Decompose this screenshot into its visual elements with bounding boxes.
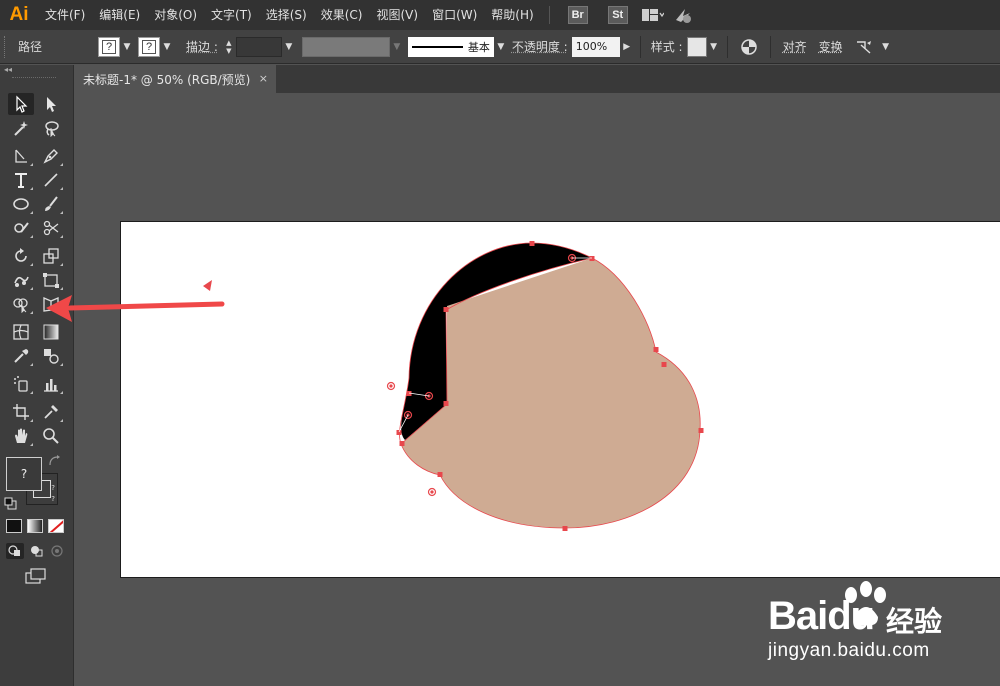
draw-inside-icon[interactable]: [48, 543, 66, 559]
artboard-tool-icon[interactable]: [8, 401, 34, 423]
stroke-dropdown-chevron-icon[interactable]: ▼: [160, 37, 174, 57]
menu-select[interactable]: 选择(S): [259, 0, 314, 30]
gpu-performance-icon[interactable]: [672, 6, 694, 24]
magic-wand-tool-icon[interactable]: [8, 117, 34, 139]
fill-dropdown-chevron-icon[interactable]: ▼: [120, 37, 134, 57]
swap-fill-stroke-icon[interactable]: [48, 455, 62, 467]
screen-mode-icon[interactable]: [24, 567, 48, 585]
isolate-selected-icon[interactable]: [853, 38, 875, 56]
gradient-tool-icon[interactable]: [38, 321, 64, 343]
watermark-brand: Baidu: [768, 594, 875, 638]
menu-help[interactable]: 帮助(H): [484, 0, 540, 30]
hand-tool-icon[interactable]: [8, 425, 34, 447]
menu-file[interactable]: 文件(F): [38, 0, 92, 30]
variable-width-profile[interactable]: [301, 36, 390, 57]
opacity-input[interactable]: 100%: [571, 36, 620, 57]
control-divider: [639, 35, 641, 58]
menu-object[interactable]: 对象(O): [147, 0, 204, 30]
brush-definition-label: 基本: [467, 40, 490, 54]
fill-swatch[interactable]: ?: [98, 36, 120, 57]
shape-builder-tool-icon[interactable]: [8, 293, 34, 315]
menu-effect[interactable]: 效果(C): [314, 0, 370, 30]
free-transform-tool-icon[interactable]: [38, 269, 64, 291]
fill-swatch-label: ?: [102, 39, 116, 54]
style-label: 样式 :: [650, 40, 683, 54]
draw-normal-icon[interactable]: [6, 543, 24, 559]
control-bar: 路径 ? ▼ ? ▼ 描边 : ▲ ▼ ▼ ▼ 基本 ▼ 不透明度 : 100% …: [0, 30, 1000, 64]
menubar-divider: [548, 6, 550, 24]
default-fill-stroke-icon[interactable]: [4, 497, 18, 511]
document-tab-bar: 未标题-1* @ 50% (RGB/预览) ×: [74, 65, 1000, 93]
gradient-mode-button[interactable]: [27, 519, 43, 533]
curvature-pen-icon[interactable]: [38, 145, 64, 167]
paintbrush-tool-icon[interactable]: [38, 193, 64, 215]
variable-width-chevron-icon[interactable]: ▼: [390, 37, 404, 57]
close-tab-icon[interactable]: ×: [259, 72, 268, 85]
fill-color-box[interactable]: ?: [6, 457, 42, 491]
perspective-grid-tool-icon[interactable]: [38, 293, 64, 315]
stroke-weight-label[interactable]: 描边 :: [186, 38, 218, 55]
watermark-brand-cn: 经验: [886, 605, 943, 638]
direct-selection-tool-icon[interactable]: [38, 93, 64, 115]
symbol-sprayer-tool-icon[interactable]: [8, 373, 34, 395]
ellipse-tool-icon[interactable]: [8, 193, 34, 215]
toolbox-panel: ◂◂ ? ? ?: [0, 65, 74, 686]
artboard[interactable]: [120, 221, 1000, 578]
watermark-url: jingyan.baidu.com: [768, 640, 930, 661]
selection-tool-icon[interactable]: [8, 93, 34, 115]
control-divider: [769, 35, 771, 58]
pen-tool-icon[interactable]: [8, 145, 34, 167]
none-mode-button[interactable]: [48, 519, 64, 533]
eyedropper-tool-icon[interactable]: [8, 345, 34, 367]
fill-color-label: ?: [20, 467, 28, 481]
shaper-tool-icon[interactable]: [8, 217, 34, 239]
recolor-artwork-icon[interactable]: [738, 38, 760, 56]
line-segment-tool-icon[interactable]: [38, 169, 64, 191]
mesh-tool-icon[interactable]: [8, 321, 34, 343]
opacity-label[interactable]: 不透明度 :: [512, 38, 568, 55]
stock-button[interactable]: St: [607, 6, 628, 24]
slice-tool-icon[interactable]: [38, 401, 64, 423]
column-graph-tool-icon[interactable]: [38, 373, 64, 395]
menu-window[interactable]: 窗口(W): [425, 0, 484, 30]
menu-edit[interactable]: 编辑(E): [92, 0, 147, 30]
app-logo: Ai: [9, 4, 29, 25]
puppet-warp-tool-icon[interactable]: [8, 269, 34, 291]
object-type-label: 路径: [18, 40, 43, 54]
stroke-swatch[interactable]: ?: [138, 36, 160, 57]
opacity-chevron-icon[interactable]: ▶: [620, 37, 634, 57]
stroke-line-preview: [411, 45, 463, 48]
type-tool-icon[interactable]: [8, 169, 34, 191]
stroke-weight-input[interactable]: [235, 36, 282, 57]
zoom-tool-icon[interactable]: [38, 425, 64, 447]
style-dropdown-chevron-icon[interactable]: ▼: [707, 37, 721, 57]
scale-tool-icon[interactable]: [38, 245, 64, 267]
scissors-tool-icon[interactable]: [38, 217, 64, 239]
document-tab[interactable]: 未标题-1* @ 50% (RGB/预览) ×: [74, 65, 276, 93]
lasso-tool-icon[interactable]: [38, 117, 64, 139]
toolbox-grip[interactable]: [12, 77, 56, 81]
control-divider: [726, 35, 728, 58]
draw-behind-icon[interactable]: [28, 543, 46, 559]
rotate-tool-icon[interactable]: [8, 245, 34, 267]
bridge-button[interactable]: Br: [567, 6, 588, 24]
brush-dropdown-chevron-icon[interactable]: ▼: [494, 37, 508, 57]
document-tab-title: 未标题-1* @ 50% (RGB/预览): [83, 72, 251, 87]
graphic-style-swatch[interactable]: [686, 36, 707, 57]
stroke-weight-stepper[interactable]: ▲ ▼: [222, 37, 236, 57]
color-mode-button[interactable]: [6, 519, 22, 533]
menu-view[interactable]: 视图(V): [369, 0, 425, 30]
transform-link[interactable]: 变换: [819, 38, 843, 55]
menu-type[interactable]: 文字(T): [204, 0, 259, 30]
align-link[interactable]: 对齐: [783, 38, 807, 55]
stroke-weight-chevron-icon[interactable]: ▼: [282, 37, 296, 57]
workspace-layout-icon[interactable]: [641, 6, 664, 24]
brush-definition[interactable]: 基本: [407, 36, 494, 57]
stroke-swatch-label: ?: [142, 39, 156, 54]
blend-tool-icon[interactable]: [38, 345, 64, 367]
panel-menu-chevron-icon[interactable]: ▼: [879, 37, 893, 57]
menu-bar: Ai 文件(F) 编辑(E) 对象(O) 文字(T) 选择(S) 效果(C) 视…: [0, 0, 1000, 30]
toolbox-collapse-icon[interactable]: ◂◂: [4, 65, 12, 74]
